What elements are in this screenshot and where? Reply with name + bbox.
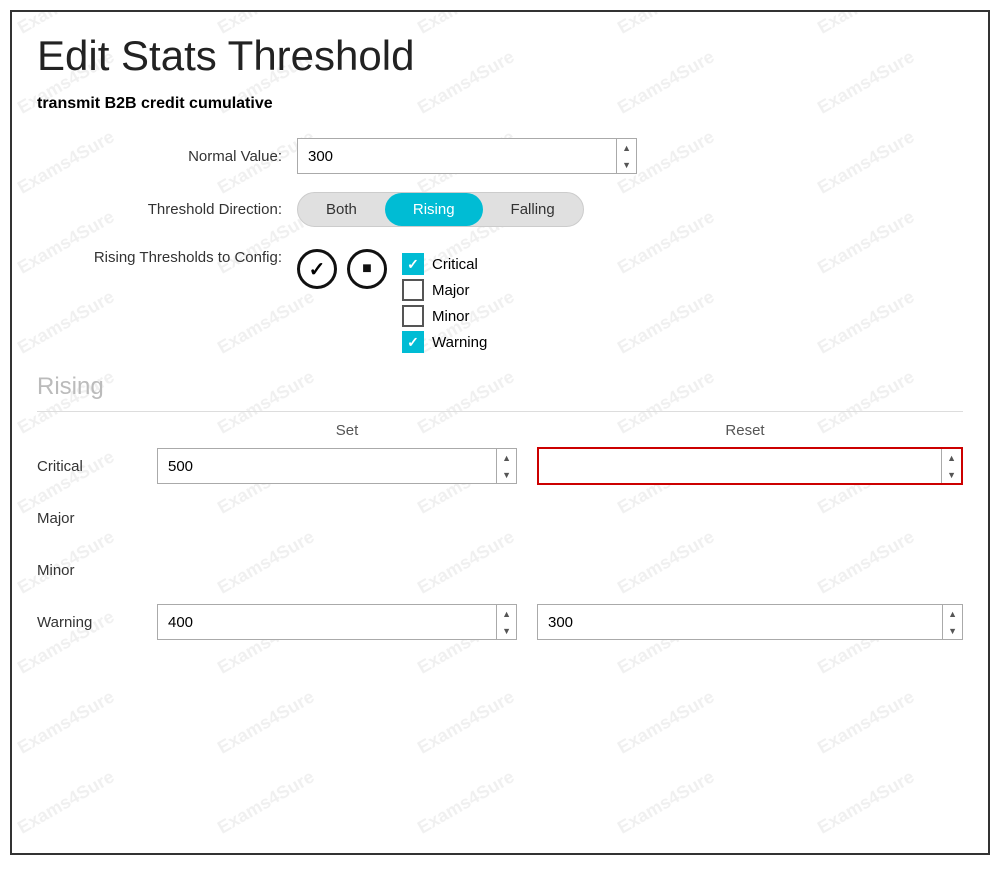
checkbox-major-item: Major xyxy=(402,279,487,301)
warning-set-cell: ▲ ▼ xyxy=(157,604,517,640)
warning-set-wrapper: ▲ ▼ xyxy=(157,604,517,640)
warning-set-input[interactable] xyxy=(158,608,496,637)
check-icon[interactable] xyxy=(297,249,337,289)
table-row-critical: Critical ▲ ▼ ▲ ▼ xyxy=(37,445,963,487)
normal-value-input[interactable] xyxy=(298,142,616,171)
critical-reset-input[interactable] xyxy=(539,452,941,481)
checkbox-major-label: Major xyxy=(432,282,470,299)
checkbox-critical-label: Critical xyxy=(432,256,478,273)
critical-reset-spinner: ▲ ▼ xyxy=(941,449,961,483)
table-row-warning: Warning ▲ ▼ ▲ ▼ xyxy=(37,601,963,643)
section-rising-label: Rising xyxy=(37,373,963,401)
critical-set-spinner: ▲ ▼ xyxy=(496,449,516,483)
warning-set-up[interactable]: ▲ xyxy=(497,605,516,622)
warning-reset-cell: ▲ ▼ xyxy=(537,604,963,640)
normal-value-row: Normal Value: ▲ ▼ xyxy=(37,138,963,174)
rising-thresholds-row: Rising Thresholds to Config: Critical Ma… xyxy=(37,245,963,353)
warning-reset-wrapper: ▲ ▼ xyxy=(537,604,963,640)
col-reset-header: Reset xyxy=(527,422,963,439)
checkbox-warning-label: Warning xyxy=(432,334,487,351)
warning-reset-up[interactable]: ▲ xyxy=(943,605,962,622)
table-row-minor: Minor xyxy=(37,549,963,591)
warning-reset-down[interactable]: ▼ xyxy=(943,622,962,639)
checkbox-minor-label: Minor xyxy=(432,308,470,325)
row-label-major: Major xyxy=(37,510,157,527)
table-headers: Set Reset xyxy=(37,422,963,439)
row-label-warning: Warning xyxy=(37,614,157,631)
normal-value-spinner: ▲ ▼ xyxy=(616,139,636,173)
checkbox-minor[interactable] xyxy=(402,305,424,327)
critical-reset-up[interactable]: ▲ xyxy=(942,449,961,466)
checkbox-critical[interactable] xyxy=(402,253,424,275)
checkbox-warning-item: Warning xyxy=(402,331,487,353)
critical-reset-wrapper: ▲ ▼ xyxy=(537,447,963,485)
subtitle: transmit B2B credit cumulative xyxy=(37,95,963,113)
threshold-direction-label: Threshold Direction: xyxy=(37,201,297,218)
checkbox-group: Critical Major Minor Warning xyxy=(402,253,487,353)
critical-set-down[interactable]: ▼ xyxy=(497,466,516,483)
row-label-critical: Critical xyxy=(37,458,157,475)
normal-value-label: Normal Value: xyxy=(37,148,297,165)
critical-set-input[interactable] xyxy=(158,452,496,481)
col-label-empty xyxy=(37,422,157,439)
divider xyxy=(37,411,963,412)
critical-set-up[interactable]: ▲ xyxy=(497,449,516,466)
checkbox-minor-item: Minor xyxy=(402,305,487,327)
col-set-header: Set xyxy=(157,422,527,439)
warning-reset-input[interactable] xyxy=(538,608,942,637)
critical-reset-cell: ▲ ▼ xyxy=(537,447,963,485)
normal-value-down[interactable]: ▼ xyxy=(617,156,636,173)
row-label-minor: Minor xyxy=(37,562,157,579)
normal-value-up[interactable]: ▲ xyxy=(617,139,636,156)
threshold-direction-toggle: Both Rising Falling xyxy=(297,192,584,227)
checkbox-critical-item: Critical xyxy=(402,253,487,275)
table-row-major: Major xyxy=(37,497,963,539)
warning-set-down[interactable]: ▼ xyxy=(497,622,516,639)
page-title: Edit Stats Threshold xyxy=(37,32,963,80)
toggle-rising[interactable]: Rising xyxy=(385,193,483,226)
toggle-both[interactable]: Both xyxy=(298,193,385,226)
threshold-direction-row: Threshold Direction: Both Rising Falling xyxy=(37,192,963,227)
critical-reset-down[interactable]: ▼ xyxy=(942,466,961,483)
normal-value-input-wrapper: ▲ ▼ xyxy=(297,138,637,174)
critical-set-cell: ▲ ▼ xyxy=(157,448,517,484)
critical-set-wrapper: ▲ ▼ xyxy=(157,448,517,484)
checkbox-major[interactable] xyxy=(402,279,424,301)
rising-thresholds-label: Rising Thresholds to Config: xyxy=(37,249,297,266)
warning-set-spinner: ▲ ▼ xyxy=(496,605,516,639)
warning-reset-spinner: ▲ ▼ xyxy=(942,605,962,639)
toggle-falling[interactable]: Falling xyxy=(483,193,583,226)
checkbox-warning[interactable] xyxy=(402,331,424,353)
square-icon[interactable] xyxy=(347,249,387,289)
